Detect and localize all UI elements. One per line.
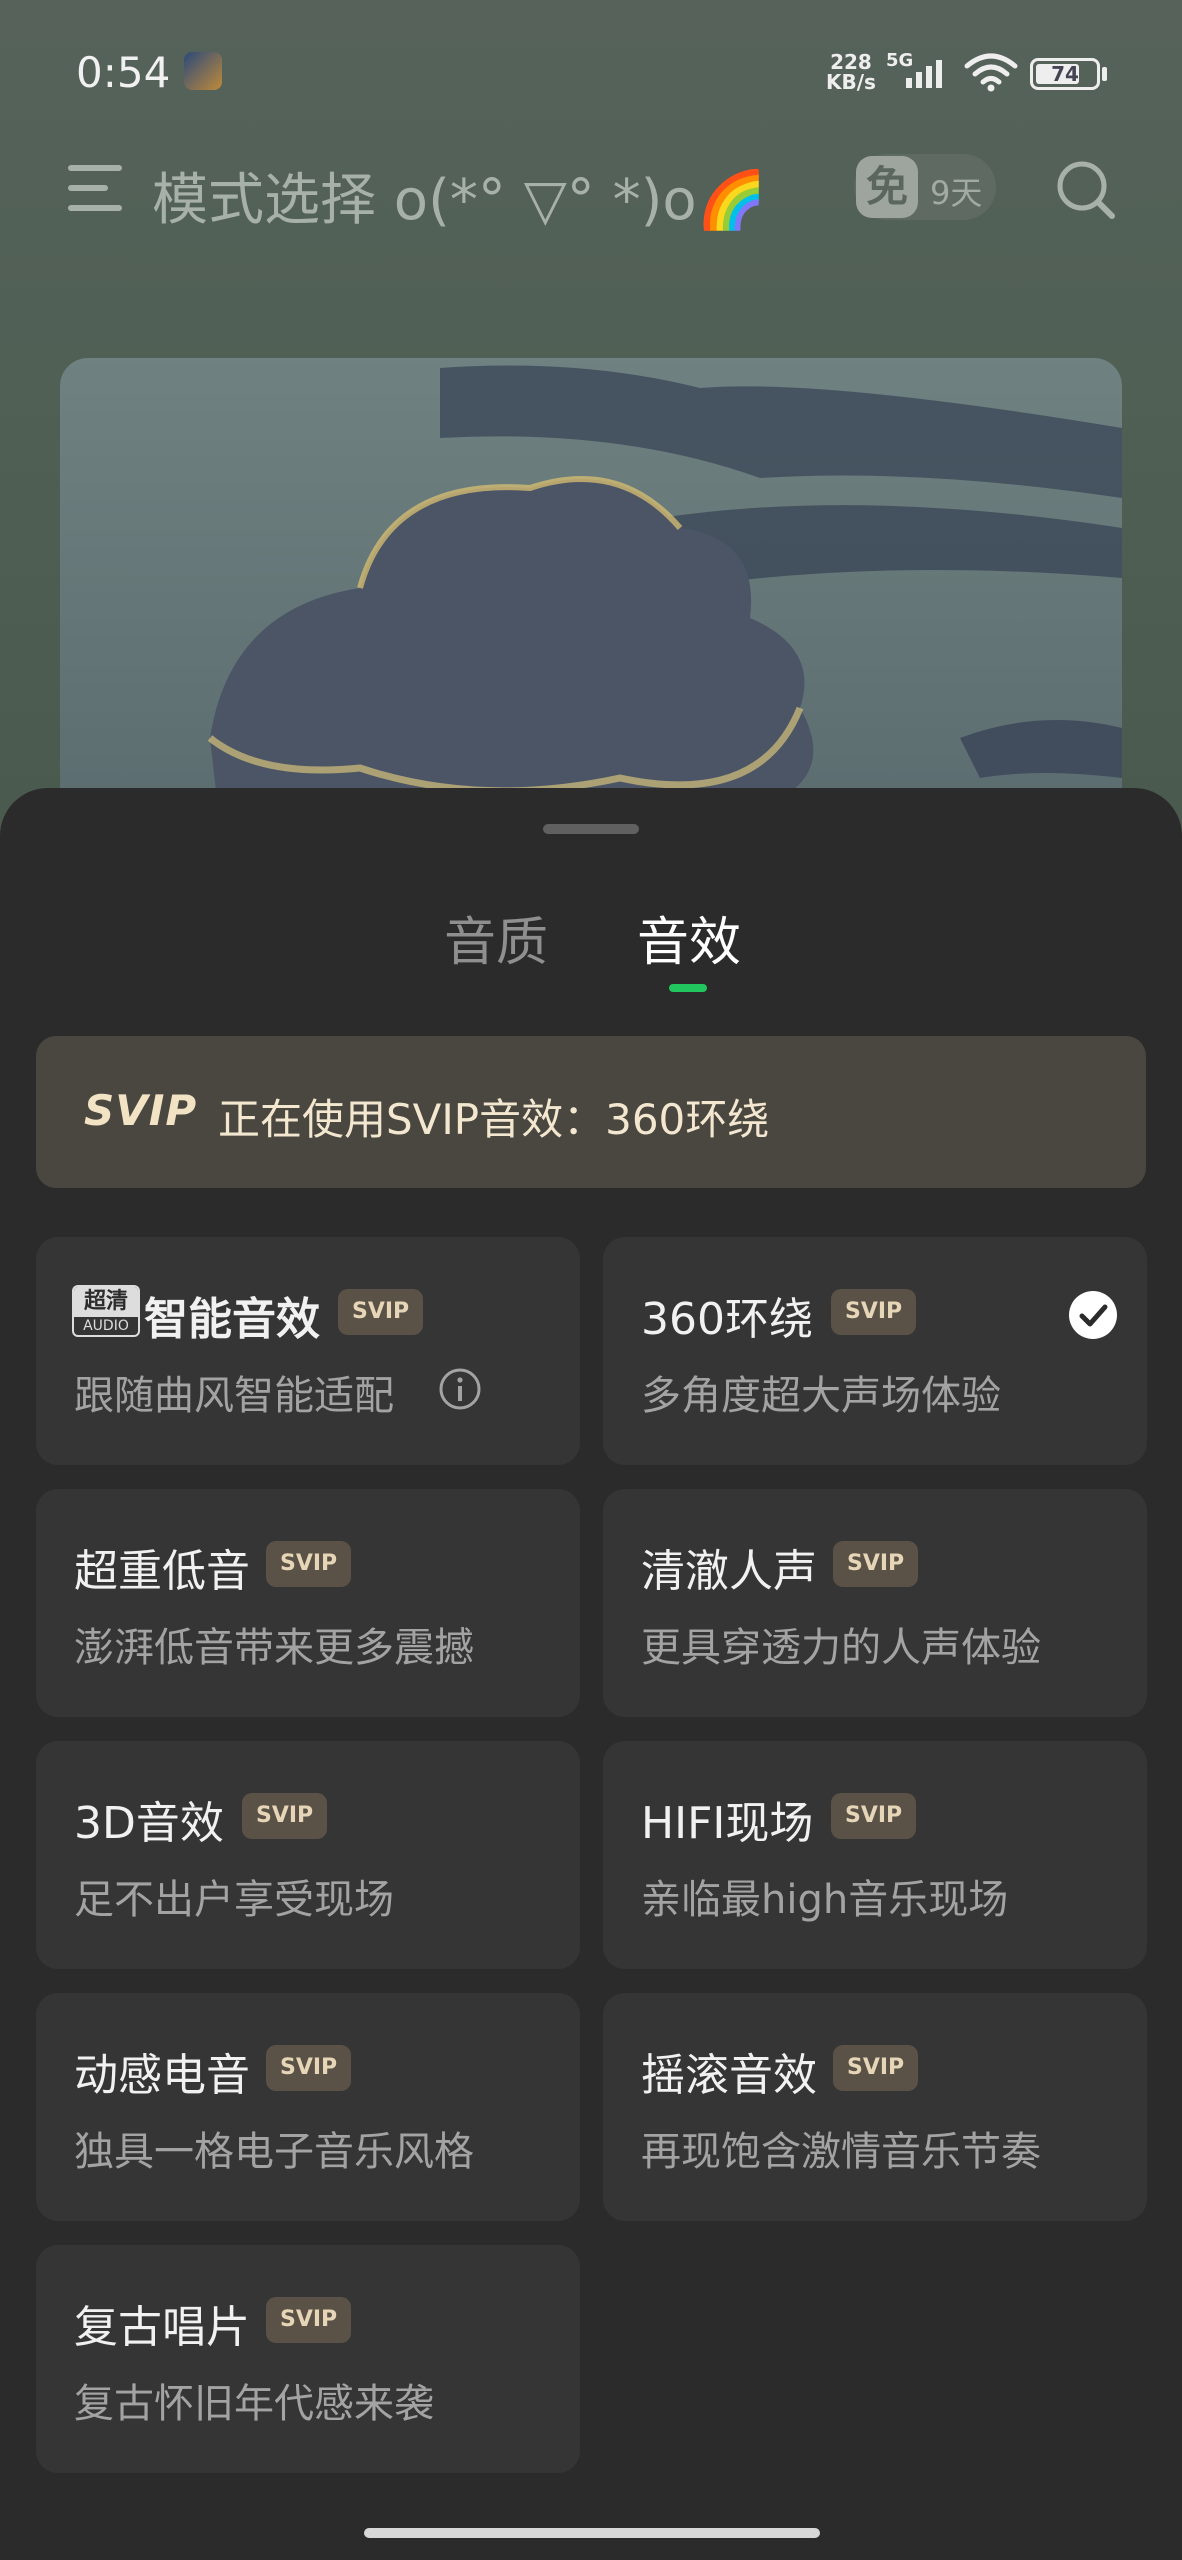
free-days: 9天 [930,174,983,212]
effect-desc: 多角度超大声场体验 [641,1373,1001,1419]
effect-title: 3D音效 [74,1798,224,1849]
active-tab-indicator [669,984,707,992]
net-speed: 228 KB/s [826,52,876,92]
status-bar: 0:54 228 KB/s 5G 74 [0,0,1182,150]
page-title: 模式选择 o(*° ▽° *)o🌈 [152,168,767,233]
effect-desc: 跟随曲风智能适配 [74,1373,394,1419]
svip-tag: SVIP [266,2045,352,2091]
battery-tip [1102,67,1107,81]
menu-icon[interactable] [68,163,122,213]
hq-audio-icon: 超清 AUDIO [72,1285,140,1337]
check-icon [1069,1291,1117,1339]
effect-title: 超重低音 [74,1546,250,1597]
svip-tag: SVIP [833,1541,919,1587]
effect-title: 摇滚音效 [641,2050,817,2101]
svip-tag: SVIP [833,2045,919,2091]
svip-tag: SVIP [831,1793,917,1839]
net-speed-value: 228 [830,50,872,74]
effect-desc: 更具穿透力的人声体验 [641,1625,1041,1671]
app-notification-icon [184,52,222,90]
effect-desc: 独具一格电子音乐风格 [74,2129,474,2175]
tab-quality[interactable]: 音质 [444,900,548,975]
net-speed-unit: KB/s [826,70,876,94]
battery-icon: 74 [1030,58,1100,90]
effect-title: 复古唱片 [74,2302,250,2353]
effect-card-360[interactable]: 360环绕 SVIP 多角度超大声场体验 [603,1237,1147,1465]
svip-tag: SVIP [266,2297,352,2343]
home-indicator[interactable] [364,2528,820,2538]
svip-tag: SVIP [338,1289,424,1335]
effect-desc: 澎湃低音带来更多震撼 [74,1625,474,1671]
effect-desc: 再现饱含激情音乐节奏 [641,2129,1041,2175]
svip-logo: SVIP [84,1086,198,1135]
svip-tag: SVIP [831,1289,917,1335]
effect-desc: 足不出户享受现场 [74,1877,394,1923]
effect-card-rock[interactable]: 摇滚音效 SVIP 再现饱含激情音乐节奏 [603,1993,1147,2221]
effect-card-smart[interactable]: 超清 AUDIO 智能音效 SVIP 跟随曲风智能适配 [36,1237,580,1465]
effect-desc: 亲临最high音乐现场 [641,1877,1009,1923]
battery-percent: 74 [1051,62,1079,86]
effect-title: 智能音效 [144,1294,320,1345]
drag-handle[interactable] [543,824,639,834]
free-icon: 免 [856,156,918,218]
svip-tag: SVIP [266,1541,352,1587]
tab-effect[interactable]: 音效 [637,900,741,975]
effect-card-3d[interactable]: 3D音效 SVIP 足不出户享受现场 [36,1741,580,1969]
svip-tag: SVIP [242,1793,328,1839]
effect-card-vocal[interactable]: 清澈人声 SVIP 更具穿透力的人声体验 [603,1489,1147,1717]
signal-icon [906,56,942,88]
effect-card-vintage[interactable]: 复古唱片 SVIP 复古怀旧年代感来袭 [36,2245,580,2473]
effect-card-edm[interactable]: 动感电音 SVIP 独具一格电子音乐风格 [36,1993,580,2221]
effect-title: HIFI现场 [641,1798,814,1849]
effect-title: 动感电音 [74,2050,250,2101]
current-effect-text: 正在使用SVIP音效：360环绕 [218,1095,770,1144]
hq-audio-top: 超清 [74,1287,138,1317]
info-icon[interactable] [438,1367,482,1411]
hq-audio-bottom: AUDIO [83,1318,129,1334]
effect-title: 360环绕 [641,1294,813,1345]
status-time: 0:54 [76,48,171,97]
effect-card-bass[interactable]: 超重低音 SVIP 澎湃低音带来更多震撼 [36,1489,580,1717]
effect-card-hifi[interactable]: HIFI现场 SVIP 亲临最high音乐现场 [603,1741,1147,1969]
free-trial-badge[interactable]: 免 9天 [854,154,996,220]
effect-desc: 复古怀旧年代感来袭 [74,2381,434,2427]
effect-title: 清澈人声 [641,1546,817,1597]
wifi-icon [964,53,1018,92]
search-icon[interactable] [1054,158,1118,222]
